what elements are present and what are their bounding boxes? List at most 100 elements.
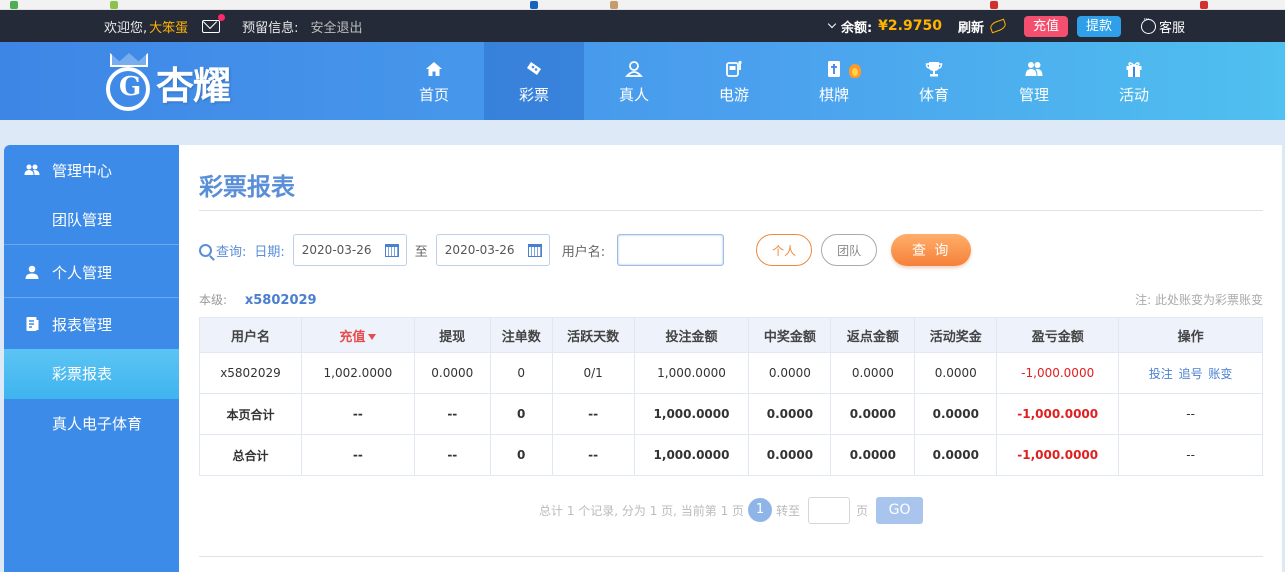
nav-chess[interactable]: 棋牌: [784, 42, 884, 120]
cell-withdraw: 0.0000: [413, 352, 491, 394]
cell-recharge: 1,002.0000: [300, 352, 415, 394]
cell-rebate-amount: 0.0000: [830, 434, 916, 476]
level-username[interactable]: x5802029: [245, 293, 317, 308]
page-number-current[interactable]: 1: [748, 498, 773, 522]
chat-bubble-icon: [1140, 15, 1156, 34]
go-button[interactable]: GO: [876, 496, 924, 524]
nav-management[interactable]: 管理: [984, 42, 1084, 120]
personal-filter-button[interactable]: 个人: [756, 234, 813, 266]
cell-recharge: --: [300, 434, 415, 476]
top-info-bar: 欢迎您, 大笨蛋 预留信息: 安全退出 余额: ¥2.9750 刷新 充值 提款…: [0, 10, 1285, 42]
date-label: 日期:: [254, 244, 285, 260]
calendar-icon[interactable]: [384, 244, 399, 257]
col-username: 用户名: [199, 317, 302, 353]
cell-withdraw: --: [413, 393, 491, 435]
recharge-button[interactable]: 充值: [1023, 15, 1068, 37]
cell-bet-amount: 1,000.0000: [633, 352, 750, 394]
team-filter-button[interactable]: 团队: [821, 234, 878, 266]
logo-text: 杏耀: [156, 63, 231, 108]
current-level: 本级: x5802029: [199, 291, 317, 308]
cell-profit-loss: -1,000.0000: [996, 434, 1120, 476]
col-recharge-sortable[interactable]: 充值: [300, 317, 415, 353]
bet-history-link[interactable]: 投注: [1149, 367, 1173, 381]
end-date-value: 2020-03-26: [444, 243, 515, 257]
logout-link[interactable]: 安全退出: [311, 17, 363, 36]
report-table: 用户名 充值 提现 注单数 活跃天数 投注金额 中奖金额 返点金额 活动奖金 盈…: [199, 317, 1263, 476]
account-change-link[interactable]: 账变: [1208, 367, 1232, 381]
sidebar-section-label: 个人管理: [52, 263, 113, 282]
cell-profit-loss: -1,000.0000: [996, 352, 1120, 394]
sidebar-section-management-center[interactable]: 管理中心: [4, 145, 179, 195]
chase-number-link[interactable]: 追号: [1179, 367, 1203, 381]
table-row: x5802029 1,002.0000 0.0000 0 0/1 1,000.0…: [199, 352, 1263, 394]
site-logo[interactable]: 杏耀: [104, 50, 254, 114]
nav-label: 棋牌: [818, 86, 849, 104]
page-title: 彩票报表: [199, 173, 295, 201]
cell-withdraw: --: [413, 434, 491, 476]
sidebar-item-lottery-report[interactable]: 彩票报表: [4, 349, 179, 399]
start-date-input[interactable]: 2020-03-26: [292, 234, 407, 266]
mahjong-icon: [828, 61, 840, 77]
cell-label: 本页合计: [199, 393, 302, 435]
username-label: 用户名:: [561, 244, 606, 260]
calendar-icon[interactable]: [527, 244, 542, 257]
col-actions: 操作: [1118, 317, 1263, 353]
sort-down-icon: [368, 333, 377, 340]
sidebar: 管理中心 团队管理 个人管理 报表管理 彩票报表 真人电子体育: [4, 145, 179, 572]
nav-label: 体育: [918, 86, 949, 104]
jump-to-label: 转至: [776, 503, 801, 518]
nav-home[interactable]: 首页: [384, 42, 484, 120]
nav-lottery[interactable]: 彩票: [484, 42, 584, 120]
sidebar-item-live-sports-report[interactable]: 真人电子体育: [4, 399, 179, 449]
live-dealer-icon: [625, 61, 643, 77]
nav-label: 首页: [418, 86, 449, 104]
jump-page-input[interactable]: [808, 496, 851, 524]
username-input[interactable]: [617, 234, 725, 266]
date-range-separator: 至: [414, 244, 428, 260]
username-link[interactable]: 大笨蛋: [149, 17, 188, 36]
sidebar-section-personal-management[interactable]: 个人管理: [4, 247, 179, 297]
grand-total-row: 总合计 -- -- 0 -- 1,000.0000 0.0000 0.0000 …: [199, 434, 1263, 476]
end-date-input[interactable]: 2020-03-26: [435, 234, 550, 266]
cell-actions: --: [1118, 434, 1263, 476]
nav-live[interactable]: 真人: [584, 42, 684, 120]
nav-label: 电游: [718, 86, 749, 104]
slot-machine-icon: [726, 60, 742, 77]
refresh-link[interactable]: 刷新: [958, 17, 984, 36]
chevron-down-icon[interactable]: [827, 19, 837, 29]
page-unit-label: 页: [856, 503, 869, 518]
cell-actions: --: [1118, 393, 1263, 435]
bottom-divider: [199, 556, 1263, 557]
level-label: 本级:: [199, 293, 228, 307]
nav-egames[interactable]: 电游: [684, 42, 784, 120]
table-header-row: 用户名 充值 提现 注单数 活跃天数 投注金额 中奖金额 返点金额 活动奖金 盈…: [199, 317, 1263, 353]
cell-bet-count: 0: [489, 393, 553, 435]
search-icon: [199, 243, 212, 257]
cell-activity-bonus: 0.0000: [914, 393, 998, 435]
sidebar-section-report-management[interactable]: 报表管理: [4, 299, 179, 349]
cell-username: x5802029: [199, 352, 302, 394]
nav-promotions[interactable]: 活动: [1084, 42, 1184, 120]
cell-win-amount: 0.0000: [748, 393, 832, 435]
hide-balance-eye-icon[interactable]: [988, 18, 1008, 34]
report-document-icon: [26, 317, 39, 331]
cell-profit-loss: -1,000.0000: [996, 393, 1120, 435]
cell-actions: 投注 追号 账变: [1118, 352, 1263, 394]
col-withdraw: 提现: [413, 317, 491, 353]
nav-label: 活动: [1118, 86, 1149, 104]
withdraw-button[interactable]: 提款: [1076, 15, 1121, 37]
reserved-info-label: 预留信息:: [242, 20, 299, 36]
query-label: 查询:: [216, 244, 247, 260]
balance-value: ¥2.9750: [878, 18, 942, 34]
sidebar-item-team-management[interactable]: 团队管理: [4, 195, 179, 245]
nav-sports[interactable]: 体育: [884, 42, 984, 120]
col-active-days: 活跃天数: [551, 317, 635, 353]
mail-icon[interactable]: [202, 13, 226, 33]
crown-g-logo-icon: [104, 53, 154, 111]
nav-label: 彩票: [518, 86, 549, 104]
page-total-row: 本页合计 -- -- 0 -- 1,000.0000 0.0000 0.0000…: [199, 393, 1263, 435]
query-button[interactable]: 查 询: [891, 234, 972, 266]
browser-bookmark-bar: [0, 0, 1285, 10]
customer-service-link[interactable]: 客服: [1140, 15, 1185, 36]
cell-rebate-amount: 0.0000: [830, 393, 916, 435]
